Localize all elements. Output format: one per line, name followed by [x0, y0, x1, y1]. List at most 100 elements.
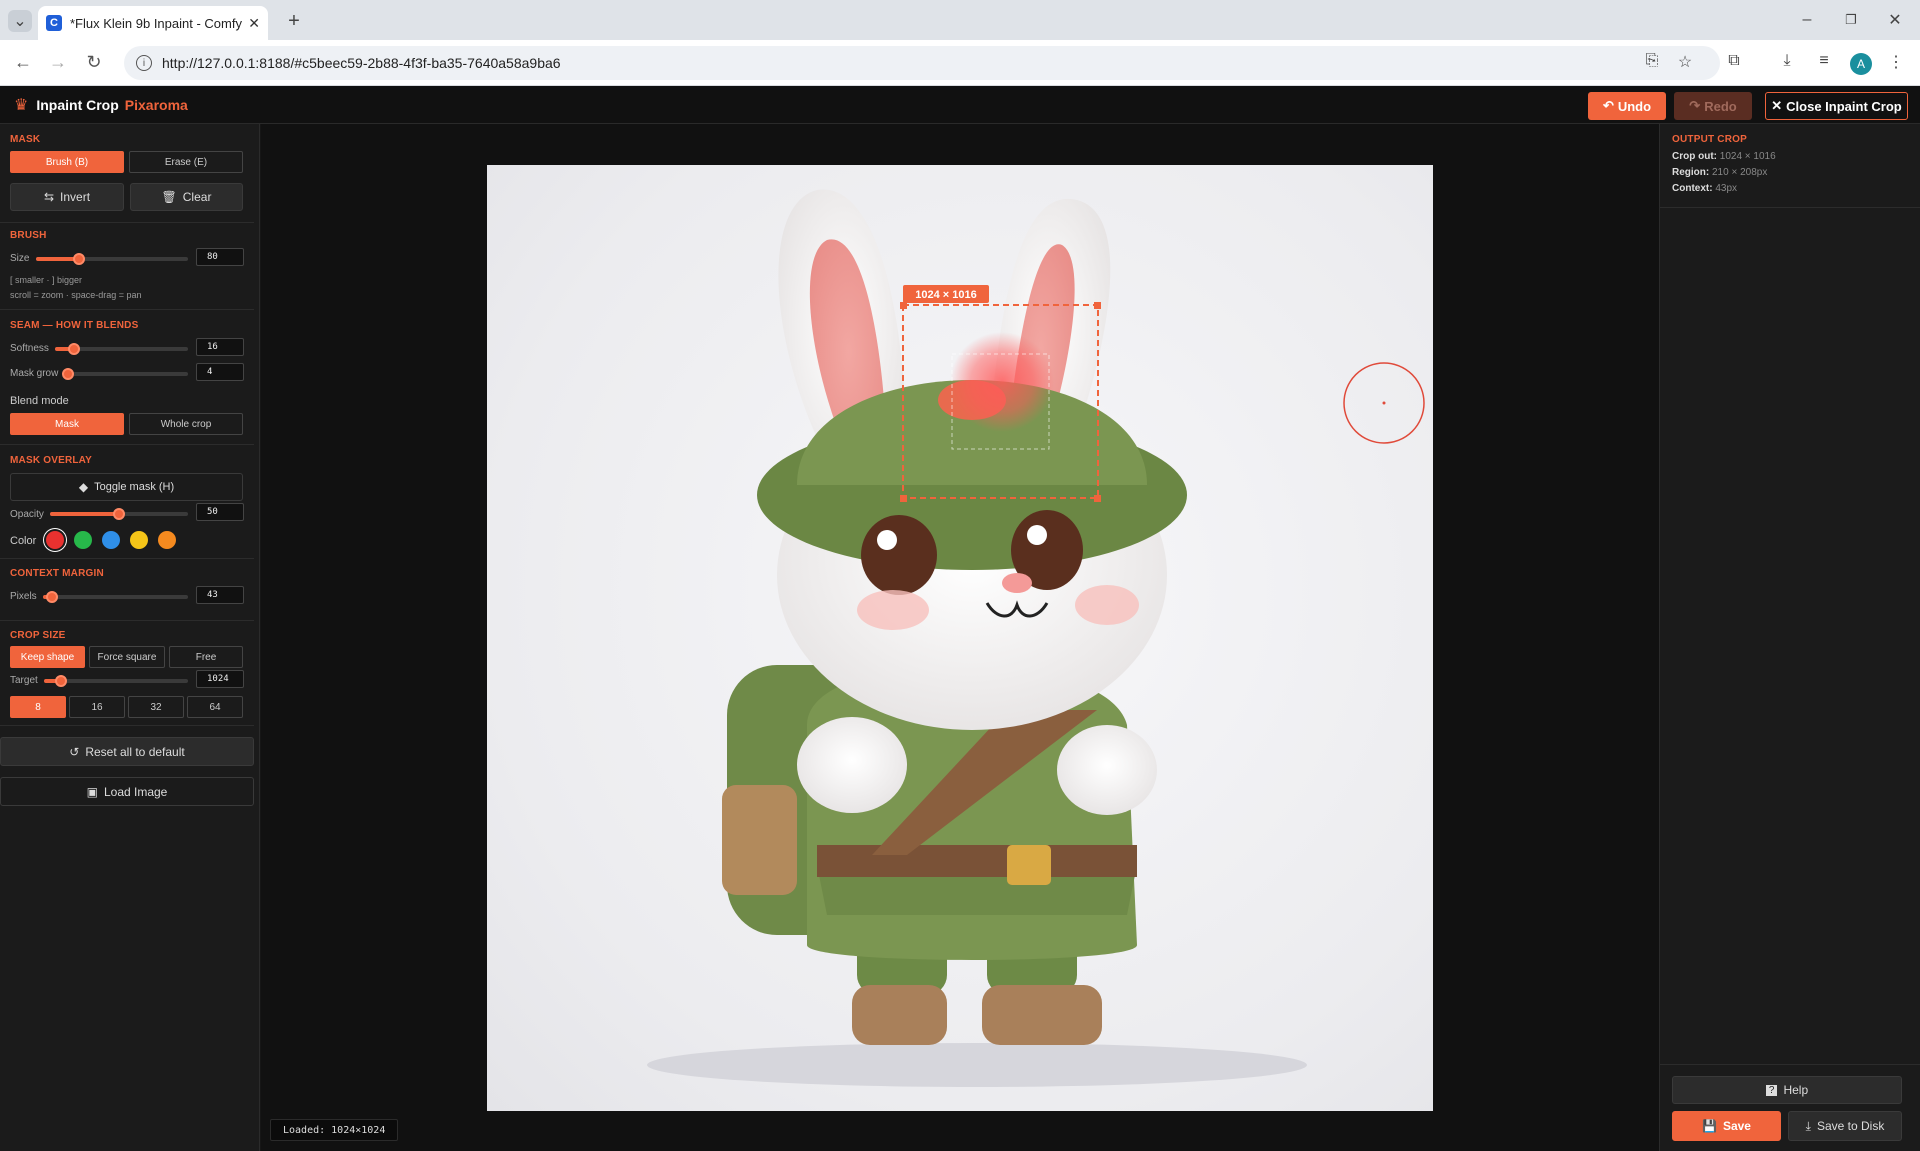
tab-search-icon[interactable]: ⌄	[8, 10, 32, 32]
multiple-16-button[interactable]: 16	[69, 696, 125, 718]
region-label: Region:	[1672, 167, 1710, 178]
reload-icon[interactable]: ↻	[82, 52, 106, 73]
save-label: Save	[1722, 1119, 1751, 1133]
toggle-mask-button[interactable]: ◆ Toggle mask (H)	[10, 473, 243, 501]
context-margin-heading: CONTEXT MARGIN	[10, 568, 104, 579]
load-image-label: Load Image	[103, 784, 168, 799]
undo-button[interactable]: ↶ Undo	[1588, 92, 1666, 120]
back-icon[interactable]: ←	[11, 52, 35, 73]
load-image-button[interactable]: ▣ Load Image	[0, 777, 254, 806]
clear-button[interactable]: 🗑 Clear	[130, 183, 243, 211]
app-brand: Pixaroma	[124, 96, 188, 113]
install-app-icon[interactable]: ⎘	[1640, 52, 1664, 70]
crop-out-line: Crop out: 1024 × 1016	[1672, 151, 1776, 162]
reset-all-button[interactable]: ↺ Reset all to default	[0, 737, 254, 766]
tab-close-icon[interactable]: ✕	[248, 15, 260, 32]
brush-mode-button[interactable]: Brush (B)	[10, 151, 124, 173]
divider	[0, 725, 254, 726]
new-tab-icon[interactable]: +	[282, 10, 306, 32]
download-icon: ⤓	[1805, 1118, 1811, 1133]
color-swatch-blue[interactable]	[102, 531, 120, 549]
multiple-32-button[interactable]: 32	[128, 696, 184, 718]
softness-slider-knob[interactable]	[67, 343, 80, 355]
omnibox[interactable]: i http://127.0.0.1:8188/#c5beec59-2b88-4…	[124, 46, 1720, 80]
app-title: Inpaint Crop	[36, 96, 119, 113]
forward-icon[interactable]: →	[46, 52, 70, 73]
bookmark-star-icon[interactable]: ☆	[1673, 52, 1697, 72]
eraser-icon: ◆	[78, 480, 89, 494]
blend-mask-button[interactable]: Mask	[10, 413, 124, 435]
softness-slider[interactable]	[55, 343, 188, 355]
blend-whole-crop-button[interactable]: Whole crop	[129, 413, 243, 435]
restore-icon[interactable]: ❐	[1836, 8, 1866, 32]
size-value-input[interactable]: 80	[196, 248, 244, 266]
mask-grow-value-input[interactable]: 4	[196, 363, 244, 381]
minimize-icon[interactable]: –	[1792, 8, 1822, 32]
opacity-value-input[interactable]: 50	[196, 503, 244, 521]
save-button[interactable]: 💾 Save	[1672, 1111, 1781, 1141]
crop-out-label: Crop out:	[1672, 151, 1717, 162]
mask-overlay-heading: MASK OVERLAY	[10, 455, 93, 466]
color-swatch-orange[interactable]	[158, 531, 176, 549]
redo-label: Redo	[1704, 98, 1737, 114]
free-button[interactable]: Free	[169, 646, 243, 668]
undo-icon: ↶	[1602, 98, 1614, 113]
divider	[0, 222, 254, 223]
color-swatch-yellow[interactable]	[130, 531, 148, 549]
site-info-icon[interactable]: i	[136, 55, 152, 71]
invert-button[interactable]: ⇆ Invert	[10, 183, 124, 211]
pixels-value-input[interactable]: 43	[196, 586, 244, 604]
help-button[interactable]: ? Help	[1672, 1076, 1902, 1104]
color-swatch-red[interactable]	[46, 531, 64, 549]
size-slider-knob[interactable]	[72, 253, 85, 265]
browser-tab[interactable]: C *Flux Klein 9b Inpaint - ComfyUI ✕	[38, 6, 268, 40]
mask-grow-slider[interactable]	[62, 368, 188, 380]
help-icon: ?	[1765, 1084, 1778, 1096]
downloads-icon[interactable]: ⤓	[1775, 52, 1799, 70]
mask-grow-label: Mask grow	[10, 368, 59, 379]
target-slider[interactable]	[44, 675, 188, 687]
mask-grow-slider-knob[interactable]	[62, 368, 75, 380]
window-close-icon[interactable]: ✕	[1880, 8, 1910, 32]
save-to-disk-label: Save to Disk	[1816, 1119, 1885, 1133]
close-icon: ✕	[1771, 98, 1783, 113]
region-value: 210 × 208px	[1712, 167, 1768, 178]
target-slider-knob[interactable]	[55, 675, 68, 687]
keep-shape-button[interactable]: Keep shape	[10, 646, 85, 668]
erase-mode-button[interactable]: Erase (E)	[129, 151, 243, 173]
browser-menu-icon[interactable]: ⋮	[1884, 52, 1908, 72]
save-to-disk-button[interactable]: ⤓ Save to Disk	[1788, 1111, 1902, 1141]
opacity-slider-knob[interactable]	[113, 508, 125, 520]
undo-label: Undo	[1617, 98, 1652, 114]
loaded-status: Loaded: 1024×1024	[270, 1119, 399, 1141]
multiple-64-button[interactable]: 64	[187, 696, 243, 718]
softness-value-input[interactable]: 16	[196, 338, 244, 356]
force-square-button[interactable]: Force square	[89, 646, 165, 668]
profile-avatar[interactable]: A	[1850, 53, 1872, 75]
clear-label: Clear	[182, 190, 212, 204]
multiple-8-button[interactable]: 8	[10, 696, 66, 718]
target-value-input[interactable]: 1024	[196, 670, 244, 688]
image-canvas[interactable]: 1024 × 1016	[487, 165, 1433, 1111]
media-controls-icon[interactable]: ≡	[1812, 52, 1836, 70]
invert-label: Invert	[60, 190, 91, 204]
color-swatch-green[interactable]	[74, 531, 92, 549]
color-label: Color	[10, 535, 37, 547]
invert-icon: ⇆	[43, 190, 55, 204]
pixels-slider-knob[interactable]	[45, 591, 58, 603]
opacity-slider[interactable]	[50, 508, 188, 520]
target-label: Target	[10, 675, 38, 686]
pixels-slider[interactable]	[43, 591, 188, 603]
browser-tab-bar: ⌄ C *Flux Klein 9b Inpaint - ComfyUI ✕ +…	[0, 0, 1920, 40]
size-slider[interactable]	[36, 253, 188, 265]
opacity-label: Opacity	[10, 509, 44, 520]
crop-out-value: 1024 × 1016	[1719, 151, 1776, 162]
extensions-icon[interactable]: ⧉	[1722, 52, 1746, 70]
crop-size-badge: 1024 × 1016	[915, 289, 976, 301]
url-text: http://127.0.0.1:8188/#c5beec59-2b88-4f3…	[162, 55, 561, 71]
image-icon: ▣	[86, 784, 98, 799]
crop-size-heading: CROP SIZE	[10, 630, 66, 641]
mask-heading: MASK	[10, 134, 41, 145]
redo-button[interactable]: ↷ Redo	[1674, 92, 1752, 120]
close-inpaint-crop-button[interactable]: ✕ Close Inpaint Crop	[1765, 92, 1908, 120]
